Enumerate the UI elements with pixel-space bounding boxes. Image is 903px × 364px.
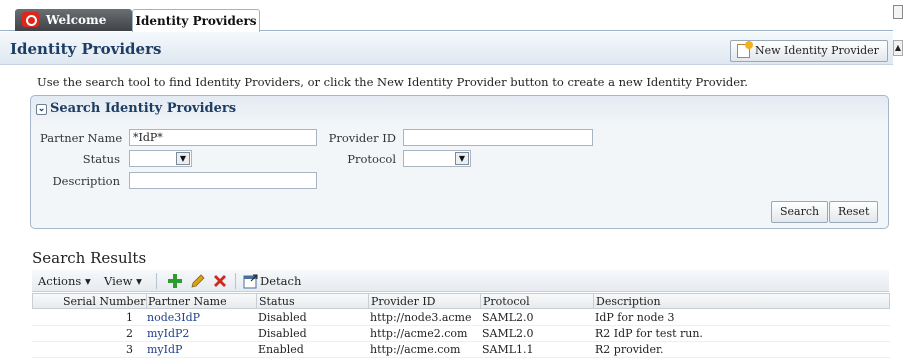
- reset-button[interactable]: Reset: [829, 201, 879, 223]
- new-identity-provider-label: New Identity Provider: [755, 44, 879, 57]
- dropdown-arrow-icon[interactable]: ▼: [455, 152, 469, 165]
- protocol-select[interactable]: ▼: [403, 150, 471, 167]
- table-row[interactable]: 3 myIdP Enabled http://acme.com SAML1.1 …: [32, 343, 890, 358]
- detach-label[interactable]: Detach: [260, 274, 301, 288]
- chevron-down-icon: ▾: [84, 274, 91, 288]
- status-cell: Disabled: [258, 327, 307, 340]
- page-header: Identity Providers New Identity Provider: [0, 32, 893, 65]
- description-cell: R2 provider.: [595, 343, 664, 356]
- serial-cell: 1: [126, 311, 133, 324]
- protocol-label: Protocol: [347, 152, 396, 166]
- partner-name-label: Partner Name: [40, 131, 123, 145]
- column-divider[interactable]: [256, 294, 257, 309]
- table-header: Serial Number Partner Name Status Provid…: [32, 293, 890, 309]
- provider-id-input[interactable]: [403, 129, 593, 146]
- delete-x-icon[interactable]: [212, 273, 228, 289]
- actions-menu-label: Actions: [38, 274, 82, 288]
- tab-welcome-label: Welcome: [46, 13, 107, 27]
- provider-id-cell: http://acme2.com: [370, 327, 468, 340]
- results-toolbar: Actions ▾ View ▾ Detach: [32, 270, 889, 292]
- description-input[interactable]: [129, 172, 317, 189]
- column-divider[interactable]: [593, 294, 594, 309]
- column-header[interactable]: Partner Name: [148, 295, 227, 308]
- instructions-text: Use the search tool to find Identity Pro…: [37, 75, 748, 89]
- column-divider[interactable]: [480, 294, 481, 309]
- column-header[interactable]: Description: [596, 295, 661, 308]
- new-identity-provider-button[interactable]: New Identity Provider: [730, 40, 888, 62]
- detach-icon[interactable]: [243, 273, 259, 289]
- protocol-cell: SAML2.0: [482, 311, 534, 324]
- column-header[interactable]: Protocol: [483, 295, 530, 308]
- serial-cell: 3: [126, 343, 133, 356]
- partner-name-link[interactable]: node3IdP: [147, 311, 200, 324]
- column-header[interactable]: Serial Number: [63, 295, 145, 308]
- provider-id-cell: http://node3.acme: [370, 311, 472, 324]
- search-panel-header[interactable]: ⌄ Search Identity Providers: [36, 101, 236, 116]
- window-maximize-button[interactable]: [893, 5, 903, 19]
- search-panel-title: Search Identity Providers: [50, 101, 237, 116]
- scroll-up-arrow-icon[interactable]: ▲: [893, 40, 903, 56]
- add-icon[interactable]: [167, 273, 183, 289]
- toolbar-divider: [235, 273, 236, 289]
- serial-cell: 2: [126, 327, 133, 340]
- tab-welcome[interactable]: Welcome: [15, 9, 132, 31]
- status-label: Status: [82, 152, 120, 166]
- tab-bar: Welcome Identity Providers: [0, 0, 893, 32]
- actions-menu[interactable]: Actions ▾: [38, 274, 91, 288]
- partner-name-link[interactable]: myIdP: [147, 343, 182, 356]
- tab-identity-providers[interactable]: Identity Providers: [132, 9, 260, 32]
- description-cell: R2 IdP for test run.: [595, 327, 703, 340]
- toolbar-divider: [156, 273, 157, 289]
- collapse-chevron-icon[interactable]: ⌄: [36, 104, 47, 115]
- column-header[interactable]: Provider ID: [371, 295, 436, 308]
- column-divider[interactable]: [368, 294, 369, 309]
- new-document-icon: [737, 41, 753, 58]
- protocol-cell: SAML1.1: [482, 343, 534, 356]
- view-menu[interactable]: View ▾: [104, 274, 142, 288]
- results-title: Search Results: [32, 249, 147, 267]
- edit-pencil-icon[interactable]: [190, 273, 206, 289]
- status-cell: Disabled: [258, 311, 307, 324]
- dropdown-arrow-icon[interactable]: ▼: [176, 152, 190, 165]
- search-button[interactable]: Search: [771, 201, 829, 223]
- page-title: Identity Providers: [10, 40, 162, 58]
- description-label: Description: [52, 174, 120, 188]
- chevron-down-icon: ▾: [136, 274, 142, 288]
- provider-id-cell: http://acme.com: [370, 343, 461, 356]
- partner-name-input[interactable]: *IdP*: [129, 129, 317, 146]
- view-menu-label: View: [104, 274, 133, 288]
- partner-name-link[interactable]: myIdP2: [147, 327, 189, 340]
- description-cell: IdP for node 3: [595, 311, 675, 324]
- status-cell: Enabled: [258, 343, 304, 356]
- column-divider[interactable]: [146, 294, 147, 309]
- oracle-logo-icon: [22, 12, 39, 27]
- provider-id-label: Provider ID: [328, 131, 396, 145]
- table-row[interactable]: 1 node3IdP Disabled http://node3.acme SA…: [32, 311, 890, 326]
- protocol-cell: SAML2.0: [482, 327, 534, 340]
- table-row[interactable]: 2 myIdP2 Disabled http://acme2.com SAML2…: [32, 327, 890, 342]
- status-select[interactable]: ▼: [129, 150, 192, 167]
- column-header[interactable]: Status: [259, 295, 295, 308]
